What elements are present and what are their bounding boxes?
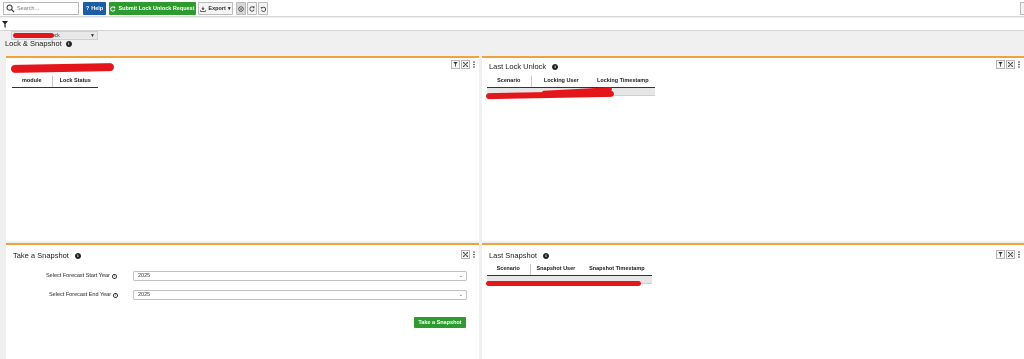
search-box[interactable] xyxy=(3,2,79,15)
take-snapshot-title-text: Take a Snapshot xyxy=(13,251,69,260)
expand-button[interactable] xyxy=(1006,250,1015,259)
info-icon[interactable]: i xyxy=(113,292,119,298)
kebab-icon[interactable] xyxy=(471,250,476,259)
expand-button[interactable] xyxy=(1006,60,1015,69)
last-snapshot-title: Last Snapshot i xyxy=(489,251,549,260)
forecast-start-label-text: Select Forecast Start Year xyxy=(46,273,110,279)
chevron-down-icon: ▼ xyxy=(90,33,95,39)
submit-lock-unlock-button[interactable]: Submit Lock Unlock Request xyxy=(109,2,196,15)
help-button-label: Help xyxy=(91,5,104,12)
reload-button[interactable] xyxy=(247,2,257,15)
target-button[interactable] xyxy=(236,2,246,15)
panel-controls xyxy=(996,250,1021,259)
column-header-locking-user[interactable]: Locking User xyxy=(531,76,591,88)
last-lock-unlock-panel: Last Lock Unlock i Scenario Locking User… xyxy=(482,56,1024,241)
last-snapshot-title-text: Last Snapshot xyxy=(489,251,537,260)
chevron-down-icon: ⌄ xyxy=(458,292,463,298)
info-icon[interactable]: i xyxy=(65,40,72,47)
filter-icon xyxy=(998,252,1003,257)
info-icon[interactable]: i xyxy=(111,273,117,279)
redacted-panel-title xyxy=(10,63,115,73)
redacted-row xyxy=(486,281,641,286)
submit-lock-unlock-label: Submit Lock Unlock Request xyxy=(118,5,195,12)
info-icon[interactable]: i xyxy=(542,252,549,259)
column-header-snapshot-user[interactable]: Snapshot User xyxy=(530,264,582,276)
panel-controls xyxy=(461,250,476,259)
page-title: Lock & Snapshot i xyxy=(5,39,72,48)
chevron-down-icon: ⌄ xyxy=(458,273,463,279)
forecast-start-label: Select Forecast Start Year i xyxy=(46,273,117,279)
forecast-end-label: Select Forecast End Year i xyxy=(49,292,119,298)
column-header-scenario[interactable]: Scenario xyxy=(487,264,531,276)
undo-button[interactable] xyxy=(258,2,268,15)
kebab-icon[interactable] xyxy=(1016,60,1021,69)
column-header-scenario[interactable]: Scenario xyxy=(487,76,532,88)
kebab-icon[interactable] xyxy=(471,60,476,69)
forecast-end-year-select[interactable]: 2025 ⌄ xyxy=(133,290,467,300)
top-toolbar: ? Help Submit Lock Unlock Request Export… xyxy=(0,0,1024,17)
take-snapshot-title: Take a Snapshot i xyxy=(13,251,81,260)
page-title-text: Lock & Snapshot xyxy=(5,39,62,48)
forecast-start-year-select[interactable]: 2025 ⌄ xyxy=(133,271,467,281)
expand-icon xyxy=(463,62,468,67)
column-header-locking-timestamp[interactable]: Locking Timestamp xyxy=(591,76,655,88)
refresh-icon xyxy=(110,5,116,12)
redacted-module-name xyxy=(13,33,54,38)
take-snapshot-button[interactable]: Take a Snapshot xyxy=(414,317,466,328)
reload-icon xyxy=(249,5,255,11)
info-icon[interactable]: i xyxy=(552,63,559,70)
filter-button[interactable] xyxy=(451,60,460,69)
forecast-start-year-value: 2025 xyxy=(138,273,151,279)
module-lock-panel: module Lock Status xyxy=(6,56,479,241)
column-header-module[interactable]: module xyxy=(12,76,53,88)
info-icon[interactable]: i xyxy=(74,252,81,259)
last-lock-unlock-title: Last Lock Unlock i xyxy=(489,62,559,71)
expand-icon xyxy=(463,252,468,257)
filter-bar xyxy=(0,18,1024,31)
export-button[interactable]: Export ▾ xyxy=(198,2,233,15)
chevron-down-icon: ▾ xyxy=(227,5,231,12)
search-icon xyxy=(6,4,15,13)
filter-icon xyxy=(453,62,458,67)
expand-button[interactable] xyxy=(461,250,470,259)
last-lock-unlock-title-text: Last Lock Unlock xyxy=(489,62,547,71)
search-input[interactable] xyxy=(17,5,77,12)
expand-icon xyxy=(1008,62,1013,67)
take-snapshot-panel: Take a Snapshot i Select Forecast Start … xyxy=(6,243,479,359)
expand-icon xyxy=(1008,252,1013,257)
kebab-icon[interactable] xyxy=(1016,250,1021,259)
module-lock-table: module Lock Status xyxy=(12,76,98,88)
target-icon xyxy=(238,5,244,12)
help-button[interactable]: ? Help xyxy=(83,2,106,15)
help-icon: ? xyxy=(85,5,90,12)
forecast-end-year-value: 2025 xyxy=(138,292,151,298)
filter-icon xyxy=(998,62,1003,67)
column-header-snapshot-timestamp[interactable]: Snapshot Timestamp xyxy=(581,264,653,276)
export-icon xyxy=(200,6,207,12)
last-snapshot-panel: Last Snapshot i Scenario Snapshot User S… xyxy=(482,243,1024,359)
filter-button[interactable] xyxy=(996,250,1005,259)
undo-icon xyxy=(260,6,266,12)
toolbar-overflow-edge[interactable] xyxy=(1020,2,1024,15)
filter-button[interactable] xyxy=(996,60,1005,69)
export-button-label: Export xyxy=(208,5,226,12)
panel-controls xyxy=(451,60,476,69)
panel-controls xyxy=(996,60,1021,69)
forecast-end-label-text: Select Forecast End Year xyxy=(49,292,112,298)
column-header-lock-status[interactable]: Lock Status xyxy=(52,76,98,88)
expand-button[interactable] xyxy=(461,60,470,69)
filter-icon[interactable] xyxy=(2,21,8,28)
